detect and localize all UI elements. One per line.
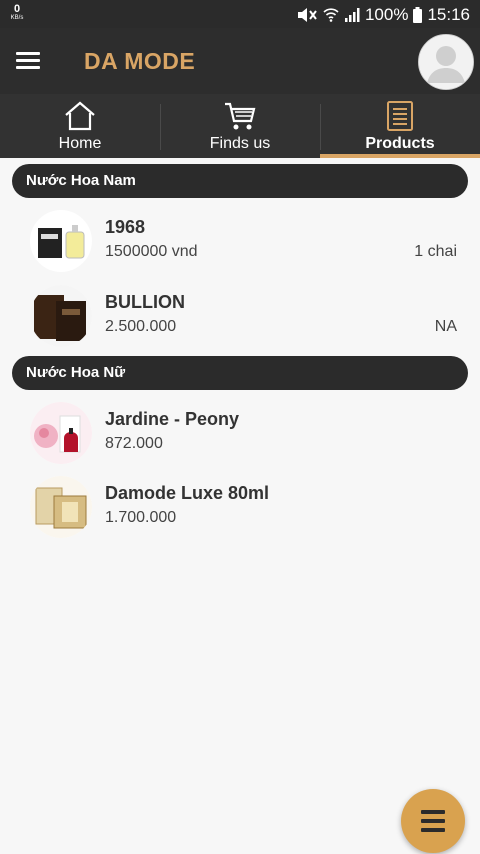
menu-lines-icon (421, 810, 445, 814)
signal-icon (344, 7, 360, 23)
mute-icon (296, 7, 318, 23)
menu-line (421, 819, 445, 823)
floating-menu-button[interactable] (401, 789, 465, 853)
network-speed: 0 KB/s (7, 4, 27, 22)
battery-percent: 100% (364, 5, 409, 24)
list-item-1968[interactable]: 1968 1500000 vnd 1 chai (0, 206, 480, 274)
tab-products-label: Products (365, 135, 435, 152)
list-item-bullion[interactable]: BULLION 2.500.000 NA (0, 281, 480, 349)
network-speed-unit: KB/s (10, 15, 24, 21)
list-item-jardine-peony[interactable]: Jardine - Peony 872.000 (0, 398, 480, 466)
product-price: 872.000 (105, 435, 163, 452)
product-name: Jardine - Peony (105, 409, 240, 429)
product-price: 2.500.000 (105, 318, 177, 335)
section-header-women[interactable]: Nước Hoa Nữ (12, 356, 468, 390)
product-price: 1500000 vnd (105, 243, 198, 260)
product-thumbnail (30, 402, 92, 464)
product-unit: NA (434, 318, 457, 335)
product-name: BULLION (105, 292, 185, 312)
app-title: DA MODE (84, 48, 196, 74)
section-header-men[interactable]: Nước Hoa Nam (12, 164, 468, 198)
hamburger-menu-icon[interactable] (16, 52, 40, 70)
product-name: 1968 (105, 217, 146, 237)
tab-home[interactable]: Home (0, 94, 160, 158)
active-tab-indicator (320, 154, 480, 158)
wifi-icon (323, 7, 339, 23)
menu-line (421, 828, 445, 832)
tab-bar: Home Finds us Products (0, 94, 480, 158)
product-unit: 1 chai (414, 243, 457, 260)
tab-finds-us-label: Finds us (209, 135, 271, 152)
product-thumbnail (30, 210, 92, 272)
product-thumbnail (30, 476, 92, 538)
tab-home-label: Home (58, 135, 102, 152)
tab-finds-us[interactable]: Finds us (160, 94, 320, 158)
app-bar: DA MODE (0, 28, 480, 94)
product-thumbnail (30, 285, 92, 347)
list-item-damode-luxe[interactable]: Damode Luxe 80ml 1.700.000 (0, 472, 480, 540)
cart-icon (225, 102, 256, 130)
battery-icon (413, 7, 423, 23)
tab-products[interactable]: Products (320, 94, 480, 158)
list-icon (387, 101, 413, 131)
user-avatar-icon[interactable] (418, 34, 474, 90)
network-speed-value: 0 (13, 3, 21, 15)
home-icon (65, 101, 95, 131)
status-bar: 0 KB/s 100% 15:16 (0, 0, 480, 28)
clock: 15:16 (427, 5, 470, 24)
product-name: Damode Luxe 80ml (105, 483, 270, 503)
product-price: 1.700.000 (105, 509, 177, 526)
